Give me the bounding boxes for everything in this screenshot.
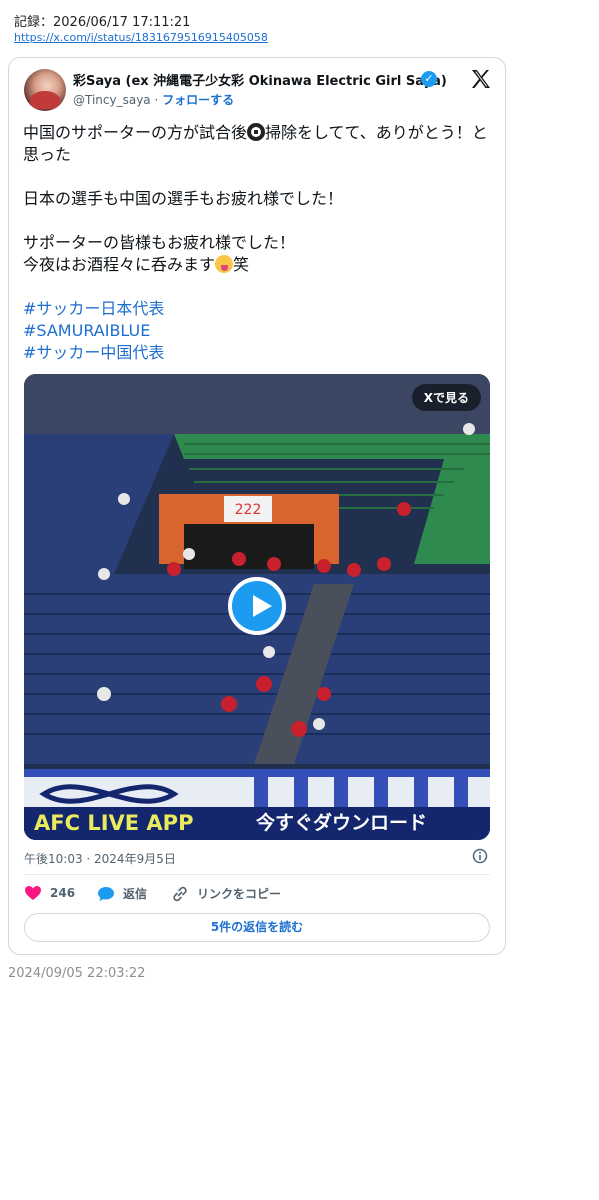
capture-date: 2024/09/05 22:03:22	[8, 966, 146, 981]
copy-link-label: リンクをコピー	[197, 887, 282, 901]
play-icon[interactable]	[228, 577, 286, 635]
tweet-card: 彩Saya (ex 沖縄電子少女彩 Okinawa Electric Girl …	[8, 57, 506, 955]
handle[interactable]: @Tincy_saya	[73, 93, 151, 107]
tongue-face-emoji-icon	[215, 255, 234, 273]
reply-bubble-icon	[98, 886, 114, 901]
record-timestamp: 記録：2026/06/17 17:11:21	[14, 15, 191, 30]
hashtag-samuraiblue[interactable]: #SAMURAIBLUE	[23, 320, 493, 342]
copy-link-button[interactable]: リンクをコピー	[171, 885, 281, 902]
info-icon[interactable]	[472, 848, 488, 864]
hashtag-china[interactable]: #サッカー中国代表	[23, 342, 493, 364]
x-logo-icon[interactable]	[469, 67, 493, 91]
hashtag-japan[interactable]: #サッカー日本代表	[23, 298, 493, 320]
display-name[interactable]: 彩Saya (ex 沖縄電子少女彩 Okinawa Electric Girl …	[73, 70, 447, 89]
like-count: 246	[50, 886, 76, 900]
body-line3: サポーターの皆様もお疲れ様でした！	[23, 233, 296, 252]
reply-button[interactable]: 返信	[97, 885, 147, 902]
tweet-text: 中国のサポーターの方が試合後 掃除をしてて、ありがとう！と思った 日本の選手も中国…	[23, 122, 493, 364]
banner-afc-text: AFC LIVE APP	[34, 811, 194, 835]
read-replies-button[interactable]: 5件の返信を読む	[24, 913, 490, 942]
like-button[interactable]: 246	[24, 885, 75, 901]
body-line1a: 中国のサポーターの方が試合後	[23, 123, 248, 142]
tweet-timestamp[interactable]: 午後10:03 · 2024年9月5日	[24, 850, 176, 867]
avatar[interactable]	[24, 69, 66, 111]
record-url-link[interactable]: https://x.com/i/status/18316795169154050…	[14, 31, 268, 44]
stand-sign-number: 222	[235, 502, 262, 518]
soccer-ball-emoji-icon	[247, 123, 266, 141]
verified-badge-icon: ✓	[421, 71, 437, 87]
body-line4b: 笑	[233, 255, 250, 274]
body-line4a: 今夜はお酒程々に呑みます	[23, 255, 216, 274]
body-line2: 日本の選手も中国の選手もお疲れ様でした！	[23, 189, 344, 208]
heart-icon	[25, 886, 41, 900]
handle-row: @Tincy_saya · フォローする	[73, 91, 234, 108]
video-thumbnail[interactable]: 222 Xで見る AFC LIVE APP 今すぐダウンロード	[24, 374, 490, 840]
view-on-x-button[interactable]: Xで見る	[411, 384, 481, 411]
ad-banner: AFC LIVE APP 今すぐダウンロード	[24, 807, 490, 840]
reply-label: 返信	[123, 887, 148, 901]
follow-button[interactable]: フォローする	[162, 93, 234, 107]
divider	[24, 874, 490, 875]
separator: ·	[154, 93, 159, 107]
banner-download-text: 今すぐダウンロード	[256, 812, 428, 834]
link-icon	[173, 886, 187, 901]
